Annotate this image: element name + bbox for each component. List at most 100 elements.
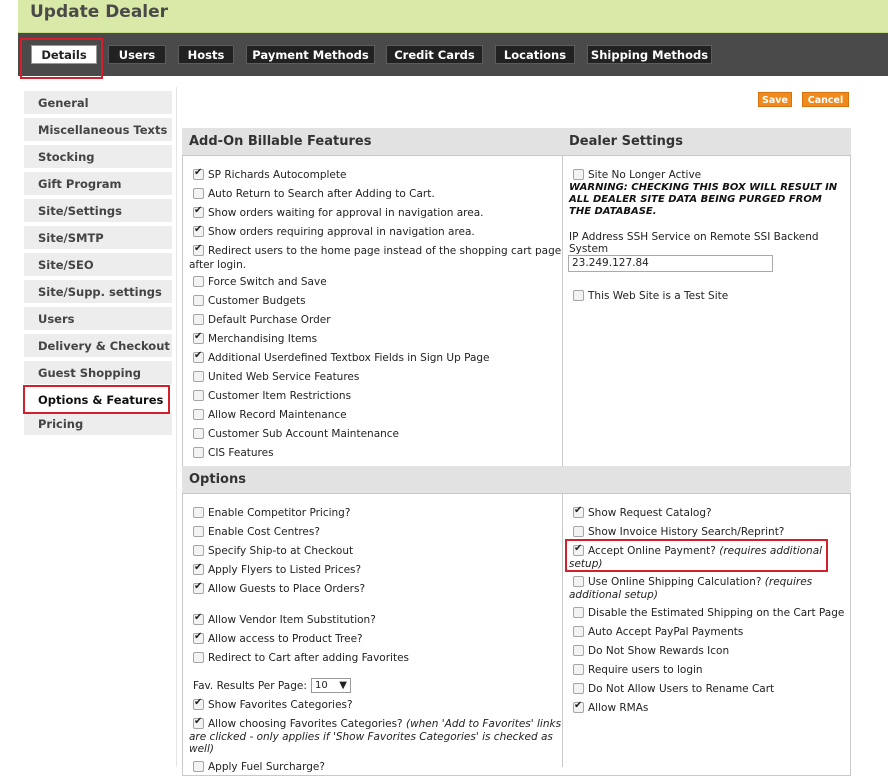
checkbox[interactable] [573, 526, 584, 537]
sidebar-item-stocking[interactable]: Stocking [24, 145, 172, 169]
sidebar-item-misc-texts[interactable]: Miscellaneous Texts [24, 118, 172, 142]
sidebar-item-site-supp-settings[interactable]: Site/Supp. settings [24, 280, 172, 304]
checkbox[interactable] [193, 295, 204, 306]
tab-shipping-methods[interactable]: Shipping Methods [587, 45, 712, 64]
checkbox[interactable] [193, 581, 204, 594]
checkbox[interactable] [193, 390, 204, 401]
checkbox[interactable] [573, 700, 584, 713]
checkbox[interactable] [193, 716, 204, 729]
option-item: Specify Ship-to at Checkout [193, 545, 353, 557]
option-item: Allow access to Product Tree? [193, 631, 363, 645]
addon-item-wrap: after login. [189, 259, 247, 271]
sidebar-item-site-settings[interactable]: Site/Settings [24, 199, 172, 223]
sidebar-item-options-features[interactable]: Options & Features [24, 388, 172, 412]
checkbox[interactable] [573, 169, 584, 180]
caret-down-icon: ▼ [339, 680, 347, 691]
option-item: Allow Vendor Item Substitution? [193, 612, 376, 626]
checkbox[interactable] [193, 697, 204, 710]
sidebar-item-guest-shopping[interactable]: Guest Shopping [24, 361, 172, 385]
checkbox[interactable] [193, 314, 204, 325]
checkbox[interactable] [193, 545, 204, 556]
sidebar-item-site-smtp[interactable]: Site/SMTP [24, 226, 172, 250]
option-item: Show Favorites Categories? [193, 697, 353, 711]
checkbox[interactable] [193, 631, 204, 644]
checkbox[interactable] [193, 243, 204, 256]
warning-line: ALL DEALER SITE DATA BEING PURGED FROM [569, 194, 822, 205]
option-item: Do Not Show Rewards Icon [573, 645, 729, 657]
checkbox[interactable] [193, 652, 204, 663]
sidebar-item-site-seo[interactable]: Site/SEO [24, 253, 172, 277]
save-button[interactable]: Save [758, 92, 792, 107]
checkbox[interactable] [573, 576, 584, 587]
option-item: Apply Fuel Surcharge? [193, 761, 325, 773]
checkbox[interactable] [193, 428, 204, 439]
addon-item: Force Switch and Save [193, 276, 327, 288]
fav-results-select[interactable]: 10 ▼ [311, 678, 351, 693]
checkbox[interactable] [193, 562, 204, 575]
checkbox[interactable] [573, 683, 584, 694]
page-title: Update Dealer [30, 2, 169, 22]
sidebar-item-gift-program[interactable]: Gift Program [24, 172, 172, 196]
checkbox[interactable] [193, 331, 204, 344]
checkbox[interactable] [193, 350, 204, 363]
sidebar-item-delivery-checkout[interactable]: Delivery & Checkout [24, 334, 172, 358]
ip-address-field[interactable]: 23.249.127.84 [568, 255, 773, 272]
sidebar-item-general[interactable]: General [24, 91, 172, 115]
tab-payment-methods[interactable]: Payment Methods [246, 45, 375, 64]
fav-results-label: Fav. Results Per Page: [193, 680, 307, 692]
tab-details[interactable]: Details [31, 45, 97, 64]
checkbox[interactable] [193, 526, 204, 537]
options-divider [562, 494, 563, 767]
dealer-header: Dealer Settings [562, 128, 851, 156]
sidebar-item-pricing[interactable]: Pricing [24, 412, 172, 436]
checkbox[interactable] [573, 645, 584, 656]
addon-header: Add-On Billable Features [182, 128, 563, 156]
checkbox[interactable] [193, 224, 204, 237]
ip-label: IP Address SSH Service on Remote SSI Bac… [569, 231, 819, 243]
warning-line: WARNING: CHECKING THIS BOX WILL RESULT I… [569, 182, 838, 193]
checkbox[interactable] [193, 276, 204, 287]
addon-item: United Web Service Features [193, 371, 359, 383]
checkbox[interactable] [193, 188, 204, 199]
tab-hosts[interactable]: Hosts [178, 45, 234, 64]
tab-locations[interactable]: Locations [495, 45, 575, 64]
option-item: Allow Guests to Place Orders? [193, 581, 365, 595]
checkbox[interactable] [193, 447, 204, 458]
checkbox[interactable] [193, 507, 204, 518]
addon-item: Redirect users to the home page instead … [193, 243, 561, 257]
checkbox[interactable] [573, 290, 584, 301]
addon-item: Customer Budgets [193, 295, 306, 307]
addon-item: Additional Userdefined Textbox Fields in… [193, 350, 490, 364]
checkbox[interactable] [193, 167, 204, 180]
option-item: Redirect to Cart after adding Favorites [193, 652, 409, 664]
option-item: Allow RMAs [573, 700, 648, 714]
checkbox[interactable] [573, 626, 584, 637]
cancel-button[interactable]: Cancel [802, 92, 849, 107]
checkbox[interactable] [193, 371, 204, 382]
checkbox[interactable] [193, 612, 204, 625]
checkbox[interactable] [573, 505, 584, 518]
option-item: Show Invoice History Search/Reprint? [573, 526, 784, 538]
option-item: Disable the Estimated Shipping on the Ca… [573, 607, 844, 619]
option-item: Require users to login [573, 664, 703, 676]
site-no-longer-active: Site No Longer Active [573, 169, 701, 181]
checkbox[interactable] [193, 409, 204, 420]
option-item: Show Request Catalog? [573, 505, 712, 519]
test-site: This Web Site is a Test Site [573, 290, 728, 302]
addon-item: Merchandising Items [193, 331, 317, 345]
options-header: Options [182, 466, 851, 494]
warning-line: THE DATABASE. [569, 206, 657, 217]
tab-bar: Details Users Hosts Payment Methods Cred… [18, 33, 888, 76]
checkbox[interactable] [193, 205, 204, 218]
tab-users[interactable]: Users [108, 45, 166, 64]
allow-fav-note: well) [189, 743, 214, 755]
checkbox[interactable] [573, 543, 584, 556]
option-item: Accept Online Payment? (requires additio… [573, 543, 822, 557]
checkbox[interactable] [573, 607, 584, 618]
sidebar-item-users[interactable]: Users [24, 307, 172, 331]
tab-credit-cards[interactable]: Credit Cards [386, 45, 483, 64]
sidebar: General Miscellaneous Texts Stocking Gif… [18, 87, 177, 767]
checkbox[interactable] [573, 664, 584, 675]
ip-label: System [569, 243, 609, 255]
addon-item: Auto Return to Search after Adding to Ca… [193, 188, 435, 200]
